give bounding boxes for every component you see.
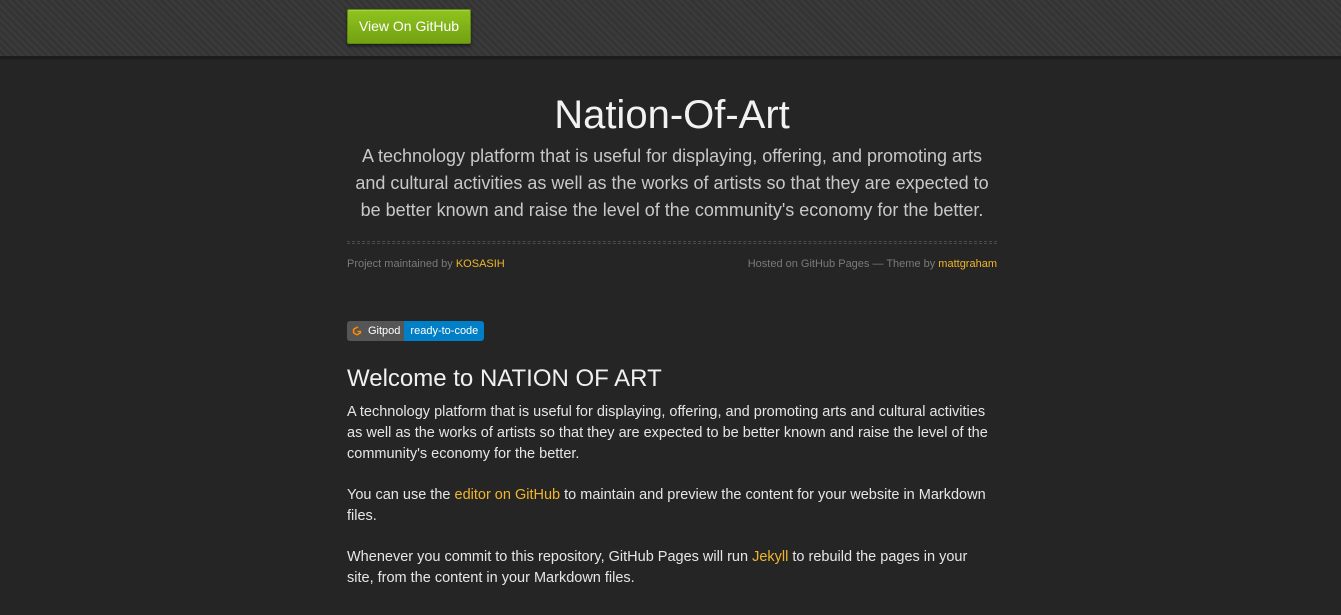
hosted-on: Hosted on GitHub Pages — Theme by mattgr… (748, 257, 997, 271)
theme-author-link[interactable]: mattgraham (938, 258, 997, 270)
maintained-by: Project maintained by KOSASIH (347, 257, 505, 271)
project-title: Nation-Of-Art (554, 93, 790, 137)
editor-text-before: You can use the (347, 487, 455, 503)
jekyll-text-before: Whenever you commit to this repository, … (347, 549, 753, 565)
welcome-heading: Welcome to NATION OF ART (347, 365, 662, 392)
top-bar (0, 0, 1341, 57)
badge-right-label: ready-to-code (404, 321, 485, 341)
editor-paragraph: You can use the editor on GitHub to main… (347, 485, 997, 527)
hosted-text: Hosted on GitHub Pages — Theme by (747, 258, 939, 270)
editor-on-github-link[interactable]: editor on GitHub (455, 487, 561, 503)
top-bar-shadow (0, 57, 1341, 61)
header-divider (347, 241, 997, 244)
gitpod-icon (352, 326, 362, 336)
jekyll-paragraph: Whenever you commit to this repository, … (347, 547, 997, 589)
project-tagline: A technology platform that is useful for… (355, 146, 989, 220)
view-on-github-button[interactable]: View On GitHub (347, 9, 471, 44)
maintainer-link[interactable]: KOSASIH (456, 258, 505, 270)
credits-bar: Project maintained by KOSASIH Hosted on … (347, 257, 997, 271)
jekyll-link[interactable]: Jekyll (752, 549, 788, 565)
intro-paragraph: A technology platform that is useful for… (347, 404, 988, 462)
gitpod-badge[interactable]: Gitpod ready-to-code (347, 321, 485, 341)
maintained-prefix: Project maintained by (347, 258, 456, 270)
badge-left: Gitpod (347, 321, 405, 341)
badge-left-label: Gitpod (368, 325, 401, 337)
